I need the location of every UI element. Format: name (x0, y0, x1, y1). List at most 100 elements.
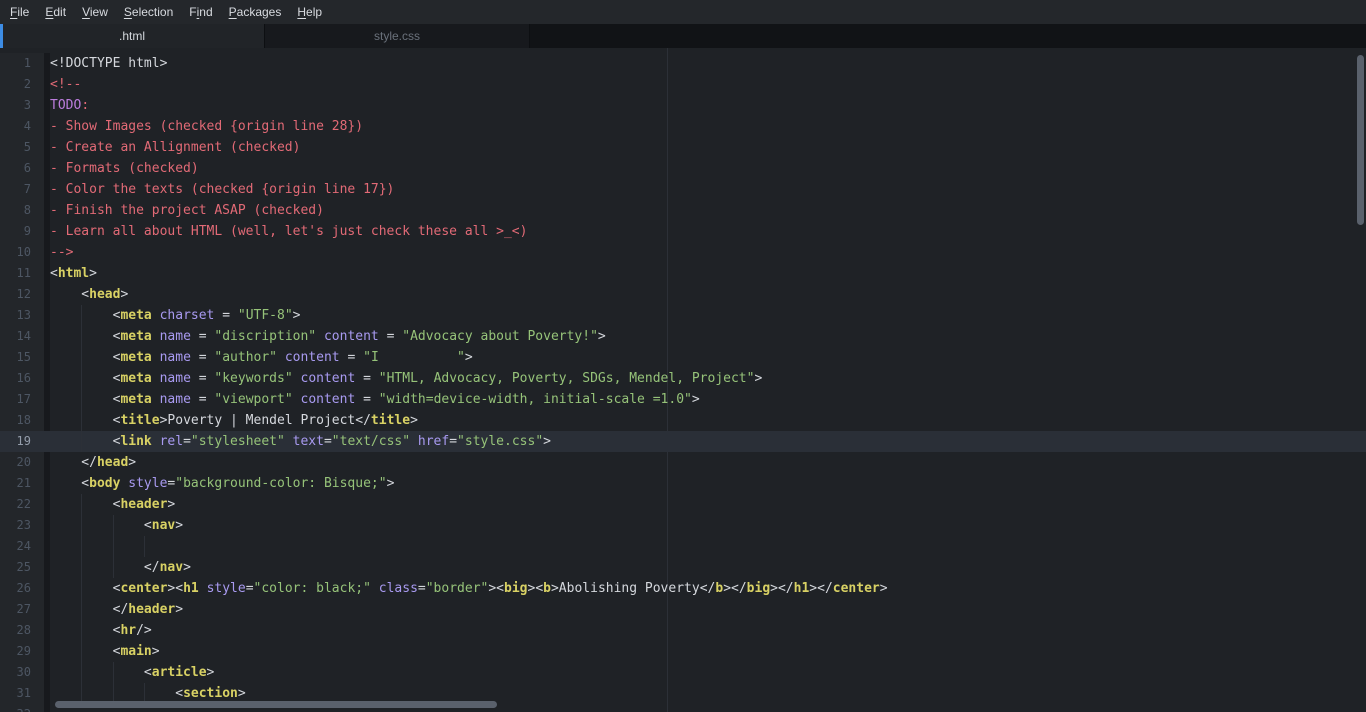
code-row: 10 --> (0, 242, 1366, 263)
code-line[interactable]: <article> (50, 662, 1366, 683)
code-row: 24 (0, 536, 1366, 557)
code-line[interactable]: <meta charset = "UTF-8"> (50, 305, 1366, 326)
code-line[interactable]: <header> (50, 494, 1366, 515)
line-number[interactable]: 1 (0, 53, 44, 74)
menu-item-help[interactable]: Help (289, 0, 330, 24)
code-line[interactable]: - Show Images (checked {origin line 28}) (50, 116, 1366, 137)
indent-guide (144, 536, 145, 557)
code-line[interactable]: <meta name = "viewport" content = "width… (50, 389, 1366, 410)
code-line[interactable]: <html> (50, 263, 1366, 284)
line-number[interactable]: 19 (0, 431, 44, 452)
line-number[interactable]: 27 (0, 599, 44, 620)
code-line[interactable]: - Finish the project ASAP (checked) (50, 200, 1366, 221)
code-line[interactable]: <meta name = "discription" content = "Ad… (50, 326, 1366, 347)
code-line[interactable]: <main> (50, 641, 1366, 662)
menu-item-selection[interactable]: Selection (116, 0, 181, 24)
line-number[interactable]: 14 (0, 326, 44, 347)
line-number[interactable]: 8 (0, 200, 44, 221)
line-number[interactable]: 17 (0, 389, 44, 410)
menu-item-find[interactable]: Find (181, 0, 220, 24)
line-number[interactable]: 25 (0, 557, 44, 578)
code-line[interactable]: --> (50, 242, 1366, 263)
code-line[interactable]: </header> (50, 599, 1366, 620)
code-line[interactable]: - Create an Allignment (checked) (50, 137, 1366, 158)
code-token (152, 350, 160, 365)
code-line[interactable]: <nav> (50, 515, 1366, 536)
line-number[interactable]: 7 (0, 179, 44, 200)
code-line[interactable]: <head> (50, 284, 1366, 305)
line-number[interactable]: 22 (0, 494, 44, 515)
code-line[interactable]: <meta name = "author" content = "I "> (50, 347, 1366, 368)
line-number[interactable]: 23 (0, 515, 44, 536)
code-line[interactable] (50, 536, 1366, 557)
code-line[interactable]: - Formats (checked) (50, 158, 1366, 179)
code-lines: 1 <!DOCTYPE html> 2 <!-- 3 TODO: 4 - Show Image… (0, 48, 1366, 712)
code-token: name (160, 392, 191, 407)
code-token: "stylesheet" (191, 434, 285, 449)
line-number[interactable]: 30 (0, 662, 44, 683)
line-number[interactable]: 20 (0, 452, 44, 473)
code-line[interactable]: <body style="background-color: Bisque;"> (50, 473, 1366, 494)
code-row: 7 - Color the texts (checked {origin line… (0, 179, 1366, 200)
menu-item-packages[interactable]: Packages (221, 0, 290, 24)
code-token: b (715, 581, 723, 596)
tab-style-css[interactable]: style.css (265, 24, 530, 48)
vertical-scrollbar-thumb[interactable] (1357, 55, 1364, 225)
line-number[interactable]: 3 (0, 95, 44, 116)
line-number[interactable]: 28 (0, 620, 44, 641)
code-line[interactable]: </nav> (50, 557, 1366, 578)
line-number[interactable]: 5 (0, 137, 44, 158)
vertical-scrollbar[interactable] (1356, 48, 1365, 712)
code-line[interactable]: </head> (50, 452, 1366, 473)
code-line[interactable]: <link rel="stylesheet" text="text/css" h… (50, 431, 1366, 452)
line-number[interactable]: 11 (0, 263, 44, 284)
code-line[interactable]: TODO: (50, 95, 1366, 116)
line-number[interactable]: 15 (0, 347, 44, 368)
code-line[interactable]: <!-- (50, 74, 1366, 95)
code-row: 25 </nav> (0, 557, 1366, 578)
line-number[interactable]: 16 (0, 368, 44, 389)
menu-item-view[interactable]: View (74, 0, 116, 24)
code-line[interactable]: <meta name = "keywords" content = "HTML,… (50, 368, 1366, 389)
horizontal-scrollbar-thumb[interactable] (55, 701, 497, 708)
code-token: = (449, 434, 457, 449)
indent-guide (81, 599, 82, 620)
code-token: name (160, 371, 191, 386)
line-number[interactable]: 18 (0, 410, 44, 431)
code-token: > (175, 602, 183, 617)
code-token (152, 434, 160, 449)
line-number[interactable]: 10 (0, 242, 44, 263)
code-token: /> (136, 623, 152, 638)
code-token: < (50, 581, 120, 596)
code-line[interactable]: <hr/> (50, 620, 1366, 641)
line-number[interactable]: 21 (0, 473, 44, 494)
code-line[interactable]: - Learn all about HTML (well, let's just… (50, 221, 1366, 242)
line-number[interactable]: 6 (0, 158, 44, 179)
code-line[interactable]: <center><h1 style="color: black;" class=… (50, 578, 1366, 599)
code-token: < (50, 665, 152, 680)
menu-item-edit[interactable]: Edit (37, 0, 74, 24)
code-line[interactable]: <!DOCTYPE html> (50, 53, 1366, 74)
line-number[interactable]: 24 (0, 536, 44, 557)
line-number[interactable]: 26 (0, 578, 44, 599)
tab-html[interactable]: .html (0, 24, 265, 48)
code-line[interactable]: <title>Poverty | Mendel Project</title> (50, 410, 1366, 431)
line-number[interactable]: 2 (0, 74, 44, 95)
line-number[interactable]: 12 (0, 284, 44, 305)
line-number[interactable]: 29 (0, 641, 44, 662)
line-number[interactable]: 9 (0, 221, 44, 242)
code-editor[interactable]: 1 <!DOCTYPE html> 2 <!-- 3 TODO: 4 - Show Image… (0, 48, 1366, 712)
code-token: > (754, 371, 762, 386)
line-number[interactable]: 4 (0, 116, 44, 137)
line-number[interactable]: 31 (0, 683, 44, 704)
code-token: name (160, 350, 191, 365)
code-token: h1 (183, 581, 199, 596)
code-line[interactable]: - Color the texts (checked {origin line … (50, 179, 1366, 200)
line-number[interactable]: 32 (0, 704, 44, 712)
indent-guide (113, 536, 114, 557)
line-number[interactable]: 13 (0, 305, 44, 326)
horizontal-scrollbar[interactable] (50, 701, 1354, 709)
code-token: class (379, 581, 418, 596)
menu-item-file[interactable]: File (2, 0, 37, 24)
code-token: ></ (723, 581, 746, 596)
